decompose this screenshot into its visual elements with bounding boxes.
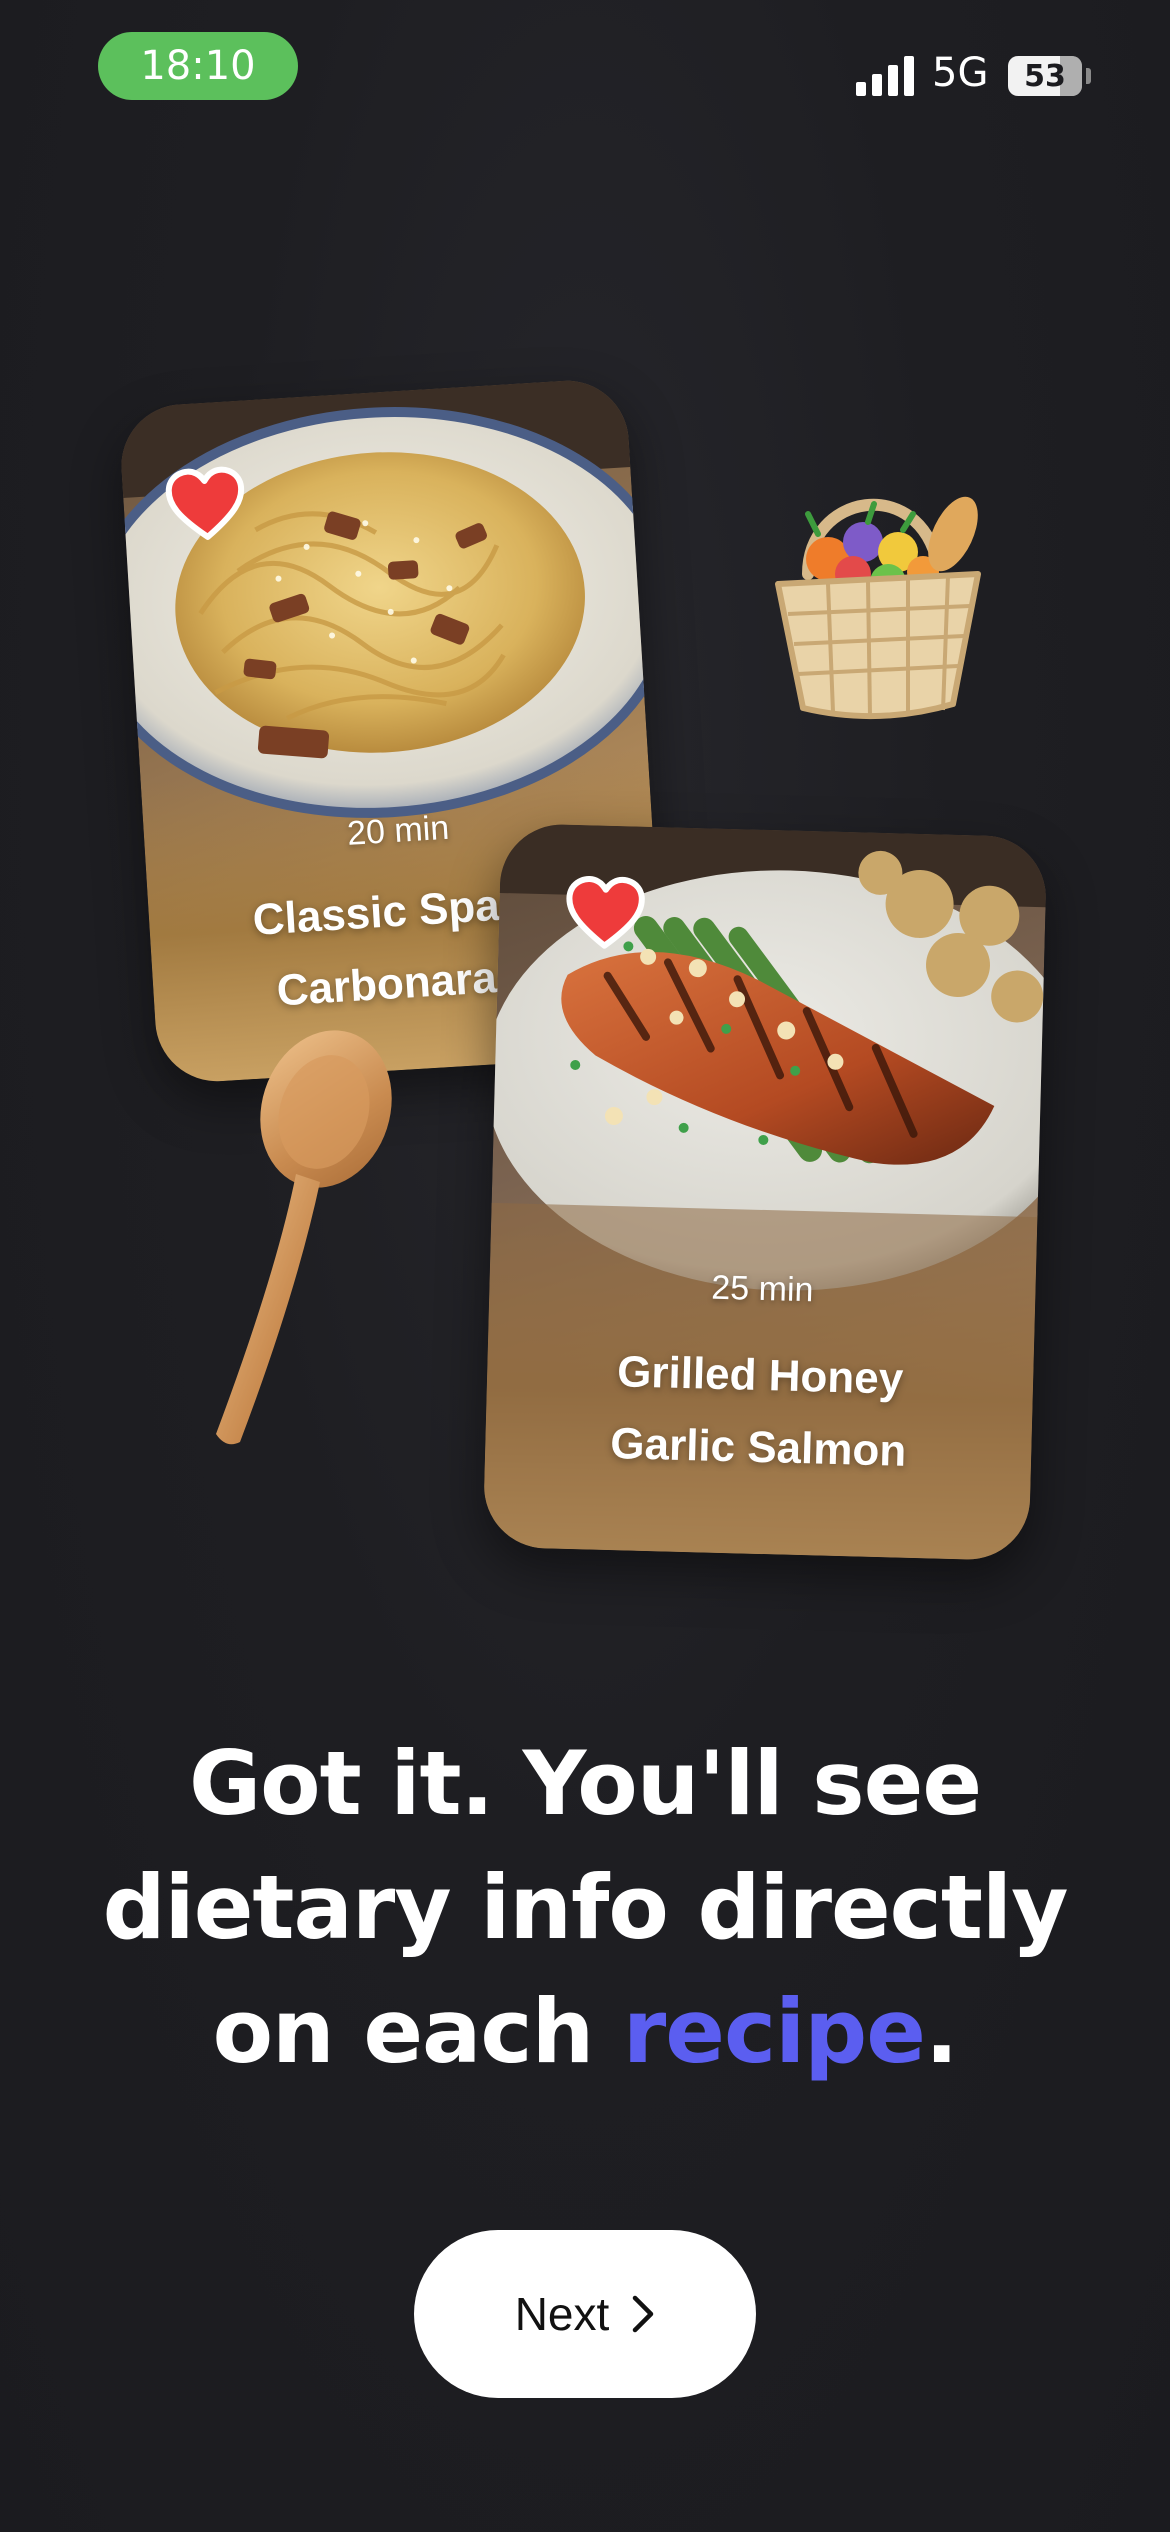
battery-level: 53	[1024, 58, 1066, 94]
chevron-right-icon	[633, 2295, 654, 2333]
card-title-line: Garlic Salmon	[609, 1419, 907, 1476]
status-bar: 18:10 5G 53	[0, 0, 1170, 130]
next-button[interactable]: Next	[414, 2230, 756, 2398]
card-recipe-title: Grilled Honey Garlic Salmon	[484, 1333, 1034, 1491]
battery-icon: 53	[1008, 56, 1082, 96]
recipe-card-salmon[interactable]: 25 min Grilled Honey Garlic Salmon	[482, 822, 1048, 1562]
favorite-heart-icon[interactable]	[564, 873, 646, 951]
headline-period: .	[924, 1980, 958, 2083]
cellular-signal-icon	[856, 56, 914, 96]
battery-tip	[1086, 68, 1091, 84]
wooden-spoon-icon	[216, 1030, 392, 1445]
next-button-label: Next	[514, 2288, 610, 2340]
headline-accent-word: recipe	[622, 1980, 926, 2083]
onboarding-headline: Got it. You'll see dietary info directly…	[60, 1722, 1110, 2094]
favorite-heart-icon[interactable]	[163, 463, 247, 544]
network-type: 5G	[932, 50, 989, 96]
status-time: 18:10	[98, 32, 298, 100]
basket-icon	[775, 496, 981, 720]
